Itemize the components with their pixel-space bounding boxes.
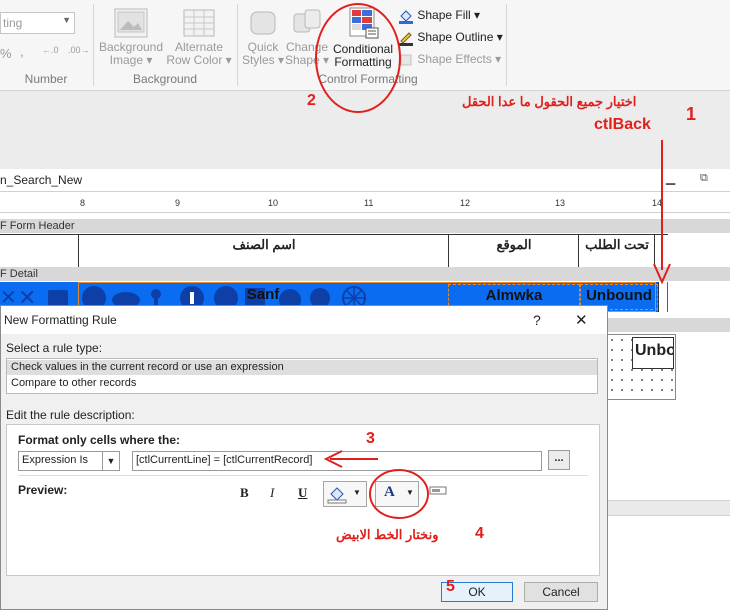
format-combo-value: ting (3, 16, 23, 30)
condition-select[interactable]: Expression Is ▼ (18, 451, 120, 471)
divider-line (18, 475, 588, 476)
expression-input-value: [ctlCurrentLine] = [ctlCurrentRecord] (136, 454, 313, 466)
highlight-ellipse (315, 3, 401, 113)
form-gray-strip (606, 318, 730, 332)
header-label-item-name[interactable]: اسم الصنف (78, 235, 449, 267)
background-color-button[interactable]: ▼ (323, 481, 367, 507)
highlight-circle (369, 469, 429, 519)
picture-icon (114, 8, 148, 38)
step-number-4: 4 (475, 525, 484, 542)
background-image-button[interactable]: Background Image ▾ (96, 8, 166, 67)
step-number-2: 2 (307, 92, 316, 109)
italic-button[interactable]: I (270, 485, 274, 501)
document-tab-bar: n_Search_New ▁ ⧉ (0, 169, 730, 192)
chevron-down-icon: ▼ (102, 452, 119, 470)
form-header-row: اسم الصنف الموقع تحت الطلب (0, 234, 668, 268)
horizontal-ruler: 8 9 10 11 12 13 14 (0, 196, 730, 213)
chevron-down-icon: ▼ (353, 488, 361, 497)
edit-description-label: Edit the rule description: (6, 408, 135, 422)
preview-label: Preview: (18, 483, 68, 497)
step-number-3: 3 (366, 430, 375, 447)
field-ctlback[interactable] (658, 282, 667, 312)
detail-section-bar[interactable]: F Detail (0, 267, 730, 281)
preview-box (18, 507, 588, 569)
comma-button[interactable]: , (20, 44, 24, 59)
quick-styles-label-2: Styles ▾ (241, 53, 285, 67)
help-icon[interactable]: ? (533, 312, 541, 328)
paint-bucket-icon (327, 487, 347, 504)
form-header-section-bar[interactable]: F Form Header (0, 219, 730, 233)
shape-styles-icon (250, 11, 276, 35)
bold-button[interactable]: B (240, 485, 249, 501)
percent-button[interactable]: % (0, 46, 12, 61)
step-number-1: 1 (686, 104, 697, 124)
form-scroll-track[interactable] (606, 500, 730, 516)
header-label-on-order[interactable]: تحت الطلب (578, 235, 655, 267)
rule-type-item[interactable]: Check values in the current record or us… (7, 360, 597, 375)
select-rule-type-label: Select a rule type: (6, 341, 103, 355)
cancel-button-label: Cancel (542, 585, 580, 599)
unbound-textbox-text: Unbo (635, 342, 674, 359)
background-image-label-2: Image ▾ (109, 53, 153, 67)
format-combo[interactable]: ting ▼ (0, 12, 75, 34)
unbound-textbox[interactable]: Unbo (632, 337, 674, 369)
restore-icon[interactable]: ⧉ (700, 172, 708, 185)
shape-fill-button[interactable]: Shape Fill ▾ (398, 6, 480, 24)
data-bar-icon[interactable] (429, 485, 447, 497)
grid-icon (183, 9, 215, 37)
ruler-tick: 12 (460, 198, 471, 208)
chevron-down-icon: ▼ (62, 15, 71, 25)
shape-effects-label: Shape Effects ▾ (417, 52, 502, 66)
detail-label: F Detail (0, 268, 38, 280)
step-1-instruction: اختيار جميع الحقول ما عدا الحقل (462, 94, 637, 109)
document-tab[interactable]: n_Search_New (0, 173, 82, 187)
close-icon[interactable]: ✕ (575, 311, 588, 329)
quick-styles-button[interactable]: Quick Styles ▾ (240, 8, 286, 67)
dialog-titlebar: New Formatting Rule ? ✕ (1, 306, 607, 334)
group-label-background: Background (132, 72, 198, 86)
shape-outline-label: Shape Outline ▾ (417, 30, 503, 44)
ruler-tick: 10 (268, 198, 279, 208)
condition-select-value: Expression Is (22, 454, 89, 466)
step-number-5: 5 (446, 578, 455, 595)
rule-type-item[interactable]: Compare to other records (7, 376, 597, 391)
alternate-row-color-button[interactable]: Alternate Row Color ▾ (166, 8, 232, 67)
step-1-field-name: ctlBack (594, 116, 651, 133)
shape-effects-button[interactable]: Shape Effects ▾ (398, 50, 501, 68)
increase-decimals-button[interactable]: ←.0 (42, 45, 59, 55)
form-header-label: F Form Header (0, 220, 75, 232)
shape-fill-label: Shape Fill ▾ (417, 8, 481, 22)
alternate-row-color-label-2: Row Color ▾ (166, 53, 232, 67)
ruler-tick: 9 (175, 198, 181, 208)
format-only-label: Format only cells where the: (18, 433, 181, 447)
ruler-tick: 8 (80, 198, 86, 208)
ok-button-label: OK (468, 585, 486, 599)
underline-button[interactable]: U (298, 485, 307, 501)
decrease-decimals-button[interactable]: .00→ (68, 45, 90, 55)
annotation-arrow-down (653, 140, 671, 285)
rule-type-list: Check values in the current record or us… (6, 358, 598, 394)
ruler-tick: 13 (555, 198, 566, 208)
step-4-instruction: ونختار الخط الابيض (336, 527, 439, 542)
shape-outline-button[interactable]: Shape Outline ▾ (398, 28, 503, 46)
annotation-arrow-left (323, 450, 378, 468)
group-label-number: Number (24, 72, 68, 86)
ruler-tick: 11 (364, 198, 374, 208)
new-formatting-rule-dialog: New Formatting Rule ? ✕ Select a rule ty… (0, 305, 608, 610)
dialog-title: New Formatting Rule (4, 313, 117, 327)
rule-description-panel: Format only cells where the: Expression … (6, 424, 600, 576)
expression-builder-button[interactable]: ... (548, 450, 570, 470)
cancel-button[interactable]: Cancel (524, 582, 598, 602)
group-divider (506, 4, 507, 86)
header-label-location[interactable]: الموقع (448, 235, 579, 267)
